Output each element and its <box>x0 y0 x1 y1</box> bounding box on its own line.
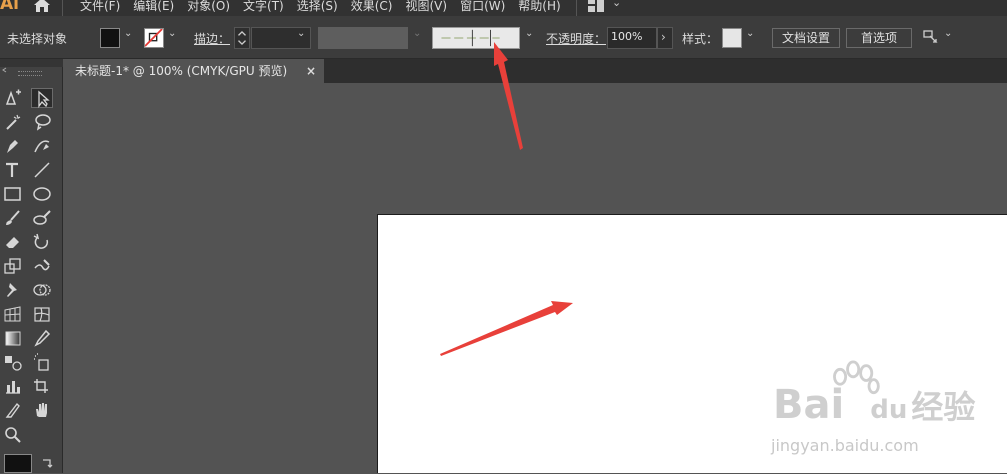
stroke-label[interactable]: 描边： <box>194 30 230 47</box>
control-bar: 未选择对象 ⌄ ⌄ 描边： ⌄ ⌄ ⌄ 不透明度： 100% › 样式： ⌄ 文… <box>0 16 1007 59</box>
perspective-grid-icon[interactable] <box>2 304 24 324</box>
watermark: Bai du 经验 jingyan.baidu.com <box>757 360 997 460</box>
puppet-pin-icon[interactable] <box>2 280 24 300</box>
line-icon[interactable] <box>31 160 53 180</box>
slice-icon[interactable] <box>2 400 24 420</box>
chevron-down-icon[interactable]: ⌄ <box>168 28 176 39</box>
menu-select[interactable]: 选择(S) <box>297 0 338 14</box>
watermark-brand: Bai du 经验 <box>773 382 975 428</box>
menu-object[interactable]: 对象(O) <box>187 0 230 14</box>
chevron-down-icon[interactable]: ⌄ <box>746 28 754 39</box>
chevron-down-icon[interactable]: ⌄ <box>525 28 533 39</box>
pen-icon[interactable] <box>2 136 24 156</box>
opacity-value: 100% <box>611 30 643 43</box>
stroke-weight-stepper[interactable] <box>234 27 250 49</box>
menu-file[interactable]: 文件(F) <box>80 0 120 14</box>
menu-list: 文件(F) 编辑(E) 对象(O) 文字(T) 选择(S) 效果(C) 视图(V… <box>80 0 574 14</box>
warp-icon[interactable] <box>31 256 53 276</box>
menu-separator <box>62 0 63 16</box>
mesh-icon[interactable] <box>31 304 53 324</box>
watermark-brand-latin: Bai <box>773 382 845 428</box>
variable-width-profile[interactable] <box>318 27 408 49</box>
stroke-swatch[interactable] <box>144 28 164 48</box>
chevron-down-icon[interactable]: ⌄ <box>124 28 132 39</box>
curvature-icon[interactable] <box>31 136 53 156</box>
arrange-documents-icon[interactable] <box>922 28 940 46</box>
opacity-expand-button[interactable]: › <box>657 27 673 49</box>
document-setup-button[interactable]: 文档设置 <box>772 28 840 48</box>
rotate-icon[interactable] <box>31 232 53 252</box>
app-logo: Ai <box>0 0 19 14</box>
chevron-right-icon: › <box>661 30 666 44</box>
eyedropper-icon[interactable] <box>31 328 53 348</box>
blend-icon[interactable] <box>2 352 24 372</box>
pen-plus-icon[interactable] <box>2 88 24 108</box>
menu-view[interactable]: 视图(V) <box>405 0 447 14</box>
magic-wand-icon[interactable] <box>2 112 24 132</box>
chevron-down-icon[interactable]: ⌄ <box>612 0 621 9</box>
fill-swatch[interactable] <box>100 28 120 48</box>
chevron-down-icon: ⌄ <box>413 28 422 39</box>
tools-panel-grip[interactable] <box>18 71 42 76</box>
shape-builder-icon[interactable] <box>31 280 53 300</box>
graphic-style-swatch[interactable] <box>722 28 742 48</box>
tools-panel <box>0 59 63 473</box>
direct-selection-icon[interactable] <box>31 88 53 108</box>
menu-bar: Ai 文件(F) 编辑(E) 对象(O) 文字(T) 选择(S) 效果(C) 视… <box>0 0 1007 16</box>
lasso-icon[interactable] <box>31 112 53 132</box>
blob-brush-icon[interactable] <box>31 208 53 228</box>
opacity-input[interactable]: 100% <box>607 27 657 49</box>
menu-type[interactable]: 文字(T) <box>243 0 284 14</box>
preferences-button[interactable]: 首选项 <box>846 28 912 48</box>
zoom-icon[interactable] <box>2 424 24 444</box>
workspace-layout-icon[interactable] <box>588 0 604 12</box>
paintbrush-icon[interactable] <box>2 208 24 228</box>
artboard-icon[interactable] <box>31 376 53 396</box>
gradient-icon[interactable] <box>2 328 24 348</box>
eraser-icon[interactable] <box>2 232 24 252</box>
chevron-down-icon[interactable]: ⌄ <box>297 28 305 39</box>
home-icon[interactable] <box>32 0 52 13</box>
watermark-brand-mid: du <box>870 395 908 425</box>
menu-help[interactable]: 帮助(H) <box>518 0 560 14</box>
ellipse-icon[interactable] <box>31 184 53 204</box>
opacity-label[interactable]: 不透明度： <box>546 30 606 47</box>
scale-icon[interactable] <box>2 256 24 276</box>
watermark-url: jingyan.baidu.com <box>771 436 919 455</box>
menu-effect[interactable]: 效果(C) <box>351 0 393 14</box>
tools-panel-header[interactable] <box>0 59 63 73</box>
swap-fill-stroke-icon[interactable] <box>40 455 54 469</box>
watermark-brand-cn: 经验 <box>911 388 976 426</box>
type-icon[interactable] <box>2 160 24 180</box>
hand-icon[interactable] <box>31 400 53 420</box>
document-tab[interactable]: 未标题-1* @ 100% (CMYK/GPU 预览) × <box>66 59 324 83</box>
close-icon[interactable]: × <box>306 59 316 83</box>
rectangle-icon[interactable] <box>2 184 24 204</box>
brush-definition-dropdown[interactable] <box>432 27 520 49</box>
menu-window[interactable]: 窗口(W) <box>460 0 505 14</box>
document-tab-bar: 未标题-1* @ 100% (CMYK/GPU 预览) × <box>66 59 1007 83</box>
menu-edit[interactable]: 编辑(E) <box>133 0 174 14</box>
fill-stroke-indicator[interactable] <box>4 454 32 473</box>
chevron-down-icon[interactable]: ⌄ <box>944 28 952 39</box>
selection-status: 未选择对象 <box>7 32 68 46</box>
symbol-sprayer-icon[interactable] <box>31 352 53 372</box>
column-graph-icon[interactable] <box>2 376 24 396</box>
document-tab-title: 未标题-1* @ 100% (CMYK/GPU 预览) <box>75 64 288 78</box>
style-label: 样式： <box>682 32 719 46</box>
menu-separator <box>576 0 577 16</box>
